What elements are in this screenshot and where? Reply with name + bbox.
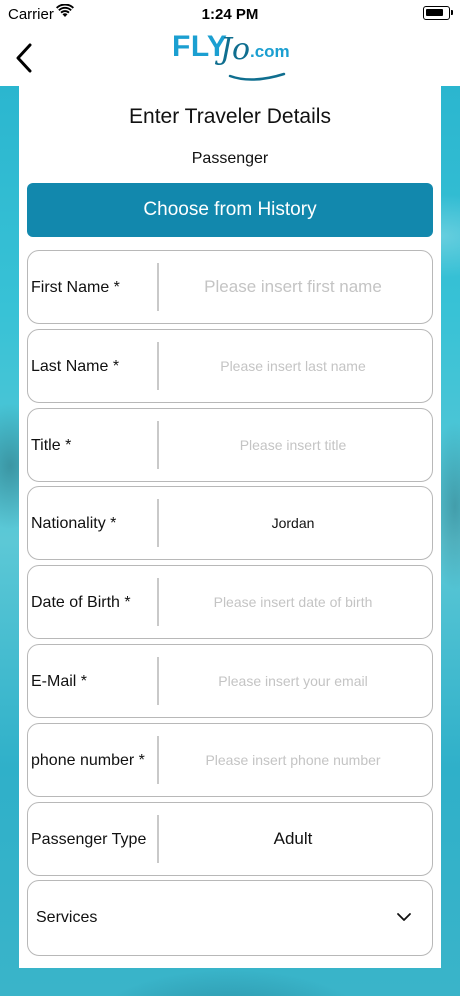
title-label: Title * (31, 437, 72, 454)
last-name-label: Last Name * (31, 358, 120, 375)
date-of-birth-label: Date of Birth * (31, 594, 131, 611)
logo-swoosh-icon (228, 72, 286, 81)
first-name-input[interactable] (162, 251, 424, 323)
choose-from-history-button[interactable]: Choose from History (27, 183, 433, 237)
divider (157, 421, 159, 469)
last-name-input[interactable] (162, 330, 424, 402)
back-button[interactable] (10, 40, 38, 76)
divider (157, 815, 159, 863)
nationality-row: Nationality * (27, 486, 433, 560)
services-dropdown[interactable]: Services (27, 880, 433, 956)
email-label: E-Mail * (31, 673, 88, 690)
date-of-birth-row: Date of Birth * (27, 565, 433, 639)
clock: 1:24 PM (201, 6, 259, 23)
email-input[interactable] (162, 645, 424, 717)
divider (157, 657, 159, 705)
page-title: Enter Traveler Details (129, 105, 331, 128)
passenger-type-input[interactable] (162, 803, 424, 875)
divider (157, 263, 159, 311)
nationality-label: Nationality * (31, 515, 117, 532)
divider (157, 342, 159, 390)
divider (157, 578, 159, 626)
services-label: Services (36, 909, 98, 926)
flyjo-logo: FLY Jo .com (172, 30, 292, 84)
first-name-label: First Name * (31, 279, 120, 296)
phone-label: phone number * (31, 752, 145, 769)
battery-icon (423, 6, 453, 20)
status-bar: Carrier 1:24 PM (0, 0, 460, 30)
email-row: E-Mail * (27, 644, 433, 718)
title-input[interactable] (162, 409, 424, 481)
divider (157, 499, 159, 547)
passenger-type-row: Passenger Type (27, 802, 433, 876)
date-of-birth-input[interactable] (162, 566, 424, 638)
passenger-type-label: Passenger Type (31, 831, 147, 848)
nationality-input[interactable] (162, 487, 424, 559)
section-label-passenger: Passenger (191, 150, 269, 167)
phone-input[interactable] (162, 724, 424, 796)
title-row: Title * (27, 408, 433, 482)
chevron-down-icon (397, 913, 411, 921)
traveler-details-card: Enter Traveler Details Passenger Choose … (19, 86, 441, 968)
first-name-row: First Name * (27, 250, 433, 324)
chevron-left-icon (16, 43, 32, 73)
last-name-row: Last Name * (27, 329, 433, 403)
phone-row: phone number * (27, 723, 433, 797)
nav-bar: FLY Jo .com (0, 30, 460, 86)
divider (157, 736, 159, 784)
